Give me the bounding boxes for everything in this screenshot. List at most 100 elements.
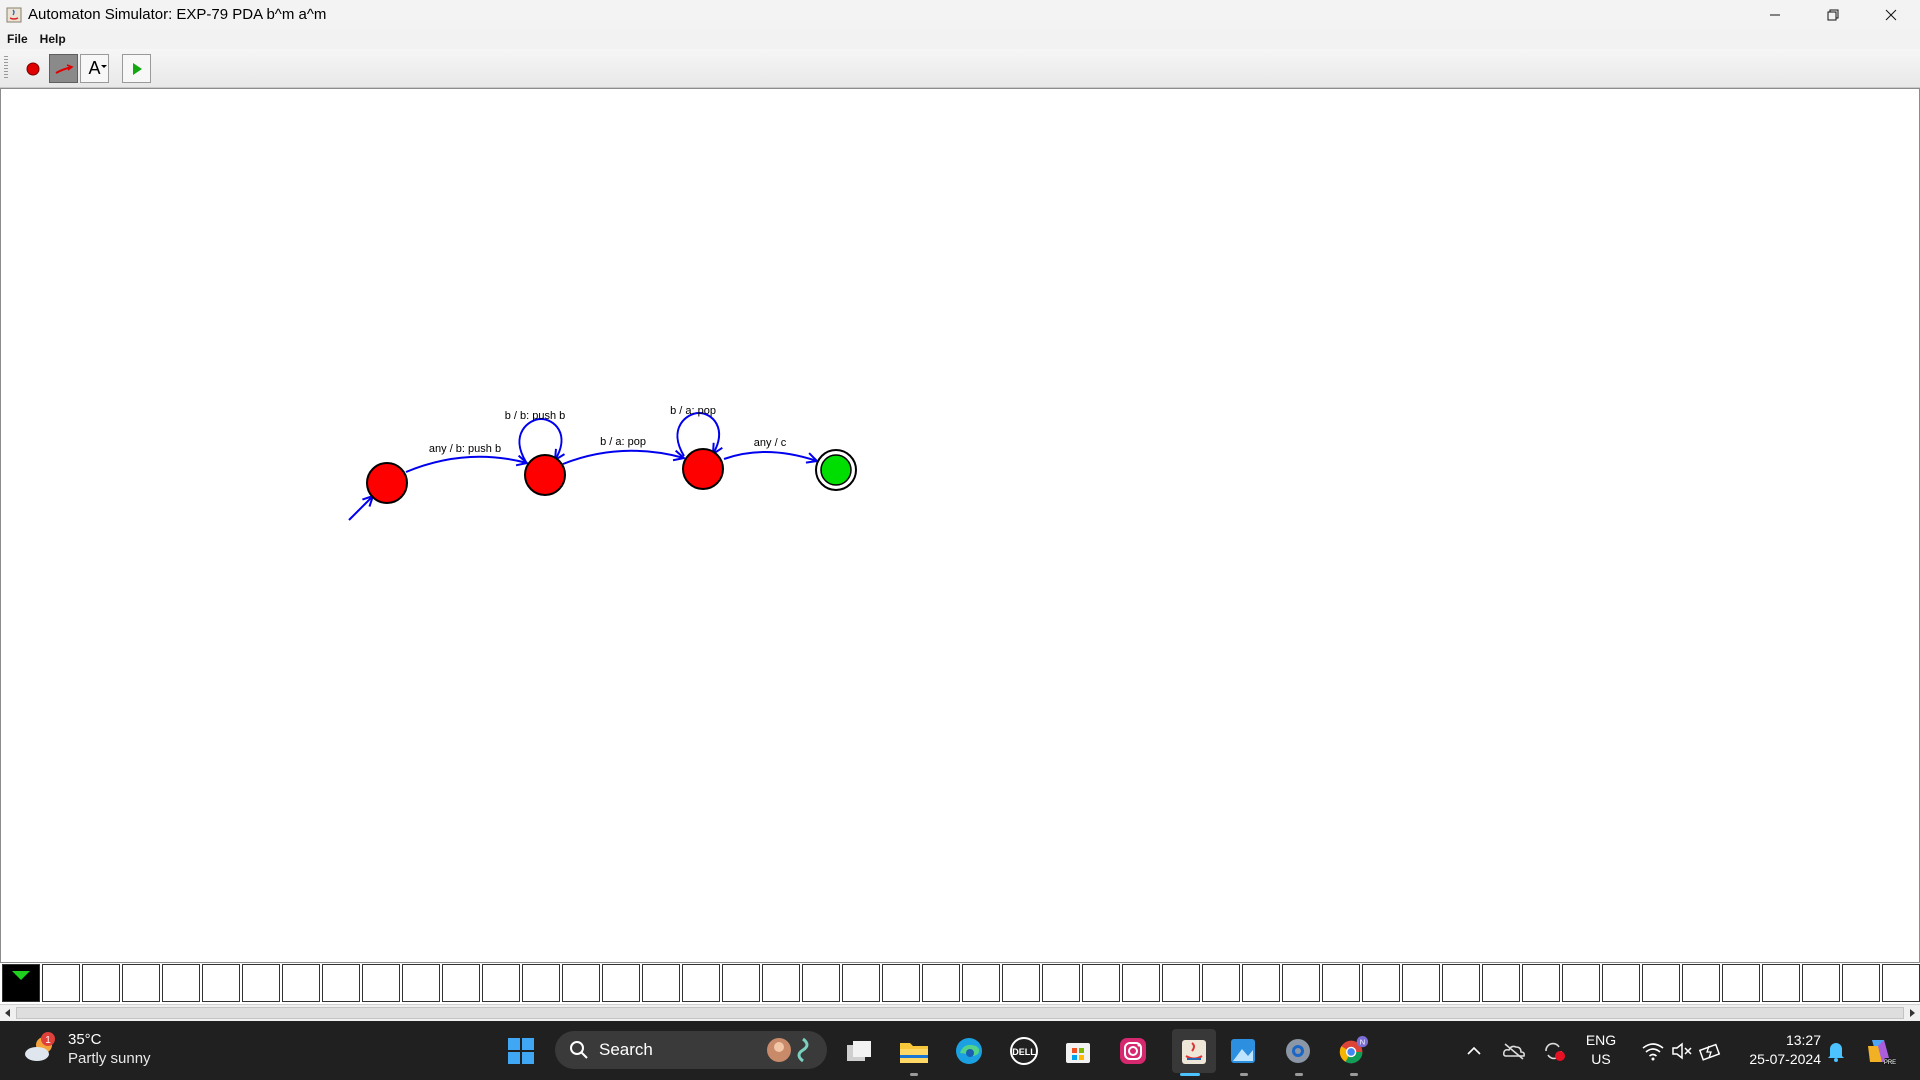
store-button[interactable] bbox=[1062, 1035, 1094, 1067]
tape-cell[interactable] bbox=[42, 964, 80, 1002]
notifications-button[interactable] bbox=[1820, 1035, 1852, 1067]
taskbar-search[interactable]: Search bbox=[555, 1031, 827, 1069]
menu-file[interactable]: File bbox=[7, 32, 28, 46]
tape-cell[interactable] bbox=[1402, 964, 1440, 1002]
tape-cell[interactable] bbox=[1162, 964, 1200, 1002]
transition-q2-q3[interactable] bbox=[723, 451, 817, 461]
svg-text:PRE: PRE bbox=[1884, 1060, 1896, 1066]
tape-cell[interactable] bbox=[1002, 964, 1040, 1002]
weather-desc: Partly sunny bbox=[68, 1050, 151, 1067]
horizontal-scrollbar[interactable] bbox=[0, 1004, 1920, 1022]
automaton-canvas[interactable]: any / b: push b b / b: push b b / a: pop… bbox=[0, 88, 1920, 963]
tape-cell[interactable] bbox=[162, 964, 200, 1002]
tape-cell[interactable] bbox=[642, 964, 680, 1002]
tape-cell[interactable] bbox=[1322, 964, 1360, 1002]
start-button[interactable] bbox=[505, 1035, 537, 1067]
sync-button[interactable] bbox=[1538, 1035, 1570, 1067]
tape-cell[interactable] bbox=[762, 964, 800, 1002]
tape-cell[interactable] bbox=[1682, 964, 1720, 1002]
tape-cell[interactable] bbox=[1762, 964, 1800, 1002]
tape-cell[interactable] bbox=[322, 964, 360, 1002]
state-q2[interactable] bbox=[682, 448, 724, 490]
state-q3-accepting[interactable] bbox=[815, 449, 857, 491]
tape-cell[interactable] bbox=[282, 964, 320, 1002]
run-button[interactable] bbox=[122, 54, 151, 83]
chrome-button[interactable]: N bbox=[1337, 1035, 1369, 1067]
tape-cell-head[interactable] bbox=[2, 964, 40, 1002]
tape-cell[interactable] bbox=[1522, 964, 1560, 1002]
tape-cell[interactable] bbox=[482, 964, 520, 1002]
tape-cell[interactable] bbox=[522, 964, 560, 1002]
tape-cell[interactable] bbox=[442, 964, 480, 1002]
tape-cell[interactable] bbox=[122, 964, 160, 1002]
clock[interactable]: 13:27 25-07-2024 bbox=[1735, 1031, 1821, 1069]
minimize-button[interactable] bbox=[1746, 0, 1804, 29]
tape-cell[interactable] bbox=[1202, 964, 1240, 1002]
menu-help[interactable]: Help bbox=[40, 32, 66, 46]
network-volume-battery-button[interactable] bbox=[1632, 1035, 1732, 1067]
tape-cell[interactable] bbox=[1442, 964, 1480, 1002]
tape-cell[interactable] bbox=[722, 964, 760, 1002]
tape-cell[interactable] bbox=[1082, 964, 1120, 1002]
tape-cell[interactable] bbox=[242, 964, 280, 1002]
transition-q1-q2[interactable] bbox=[562, 449, 684, 465]
tape-cell[interactable] bbox=[362, 964, 400, 1002]
tape-cell[interactable] bbox=[1642, 964, 1680, 1002]
tape-cell[interactable] bbox=[1882, 964, 1920, 1002]
toolbar-grip[interactable] bbox=[4, 56, 8, 80]
tape-cell[interactable] bbox=[1842, 964, 1880, 1002]
instagram-button[interactable] bbox=[1117, 1035, 1149, 1067]
onedrive-button[interactable] bbox=[1498, 1035, 1530, 1067]
scroll-right-button[interactable] bbox=[1904, 1005, 1920, 1021]
tape-cell[interactable] bbox=[962, 964, 1000, 1002]
transition-label-q1-loop: b / b: push b bbox=[505, 410, 566, 422]
clock-time: 13:27 bbox=[1785, 1032, 1821, 1048]
tape-cell[interactable] bbox=[1282, 964, 1320, 1002]
tray-overflow-button[interactable] bbox=[1458, 1035, 1490, 1067]
java-app-icon bbox=[6, 7, 22, 22]
tape-cell[interactable] bbox=[82, 964, 120, 1002]
tape-cell[interactable] bbox=[1602, 964, 1640, 1002]
tape-cell[interactable] bbox=[202, 964, 240, 1002]
tape-cell[interactable] bbox=[1722, 964, 1760, 1002]
tape-cell[interactable] bbox=[802, 964, 840, 1002]
tape-cell[interactable] bbox=[602, 964, 640, 1002]
tape-cell[interactable] bbox=[922, 964, 960, 1002]
tape-cell[interactable] bbox=[1562, 964, 1600, 1002]
tape-cell[interactable] bbox=[1242, 964, 1280, 1002]
tape-cell[interactable] bbox=[1802, 964, 1840, 1002]
java-taskbar-button[interactable] bbox=[1172, 1029, 1216, 1073]
add-state-button[interactable] bbox=[18, 54, 47, 83]
tape-cell[interactable] bbox=[682, 964, 720, 1002]
close-button[interactable] bbox=[1862, 0, 1920, 29]
add-transition-button[interactable] bbox=[49, 54, 78, 83]
scroll-left-button[interactable] bbox=[0, 1005, 16, 1021]
tape-cell[interactable] bbox=[1122, 964, 1160, 1002]
tape-cell[interactable] bbox=[842, 964, 880, 1002]
photos-button[interactable] bbox=[1227, 1035, 1259, 1067]
file-explorer-button[interactable] bbox=[898, 1035, 930, 1067]
settings-button[interactable] bbox=[1282, 1035, 1314, 1067]
copilot-button[interactable]: PRE bbox=[1864, 1035, 1896, 1067]
dell-button[interactable]: DELL bbox=[1008, 1035, 1040, 1067]
weather-widget[interactable]: 1 35°C Partly sunny bbox=[22, 1030, 151, 1068]
input-tape[interactable] bbox=[0, 963, 1920, 1004]
task-view-button[interactable] bbox=[843, 1035, 875, 1067]
restore-button[interactable] bbox=[1804, 0, 1862, 29]
edge-button[interactable] bbox=[953, 1035, 985, 1067]
tape-cell[interactable] bbox=[1362, 964, 1400, 1002]
tape-cell[interactable] bbox=[562, 964, 600, 1002]
scrollbar-thumb[interactable] bbox=[16, 1007, 1904, 1019]
state-q1[interactable] bbox=[524, 454, 566, 496]
bell-icon bbox=[1828, 1043, 1844, 1062]
state-q0[interactable] bbox=[366, 462, 408, 504]
onedrive-offline-icon bbox=[1503, 1043, 1525, 1060]
tape-cell[interactable] bbox=[402, 964, 440, 1002]
tape-cell[interactable] bbox=[1042, 964, 1080, 1002]
tape-cell[interactable] bbox=[1482, 964, 1520, 1002]
language-indicator[interactable]: ENG US bbox=[1580, 1031, 1622, 1069]
clock-date: 25-07-2024 bbox=[1749, 1051, 1821, 1067]
transition-q0-q1[interactable] bbox=[405, 457, 527, 473]
text-tool-button[interactable]: A bbox=[80, 54, 109, 83]
tape-cell[interactable] bbox=[882, 964, 920, 1002]
